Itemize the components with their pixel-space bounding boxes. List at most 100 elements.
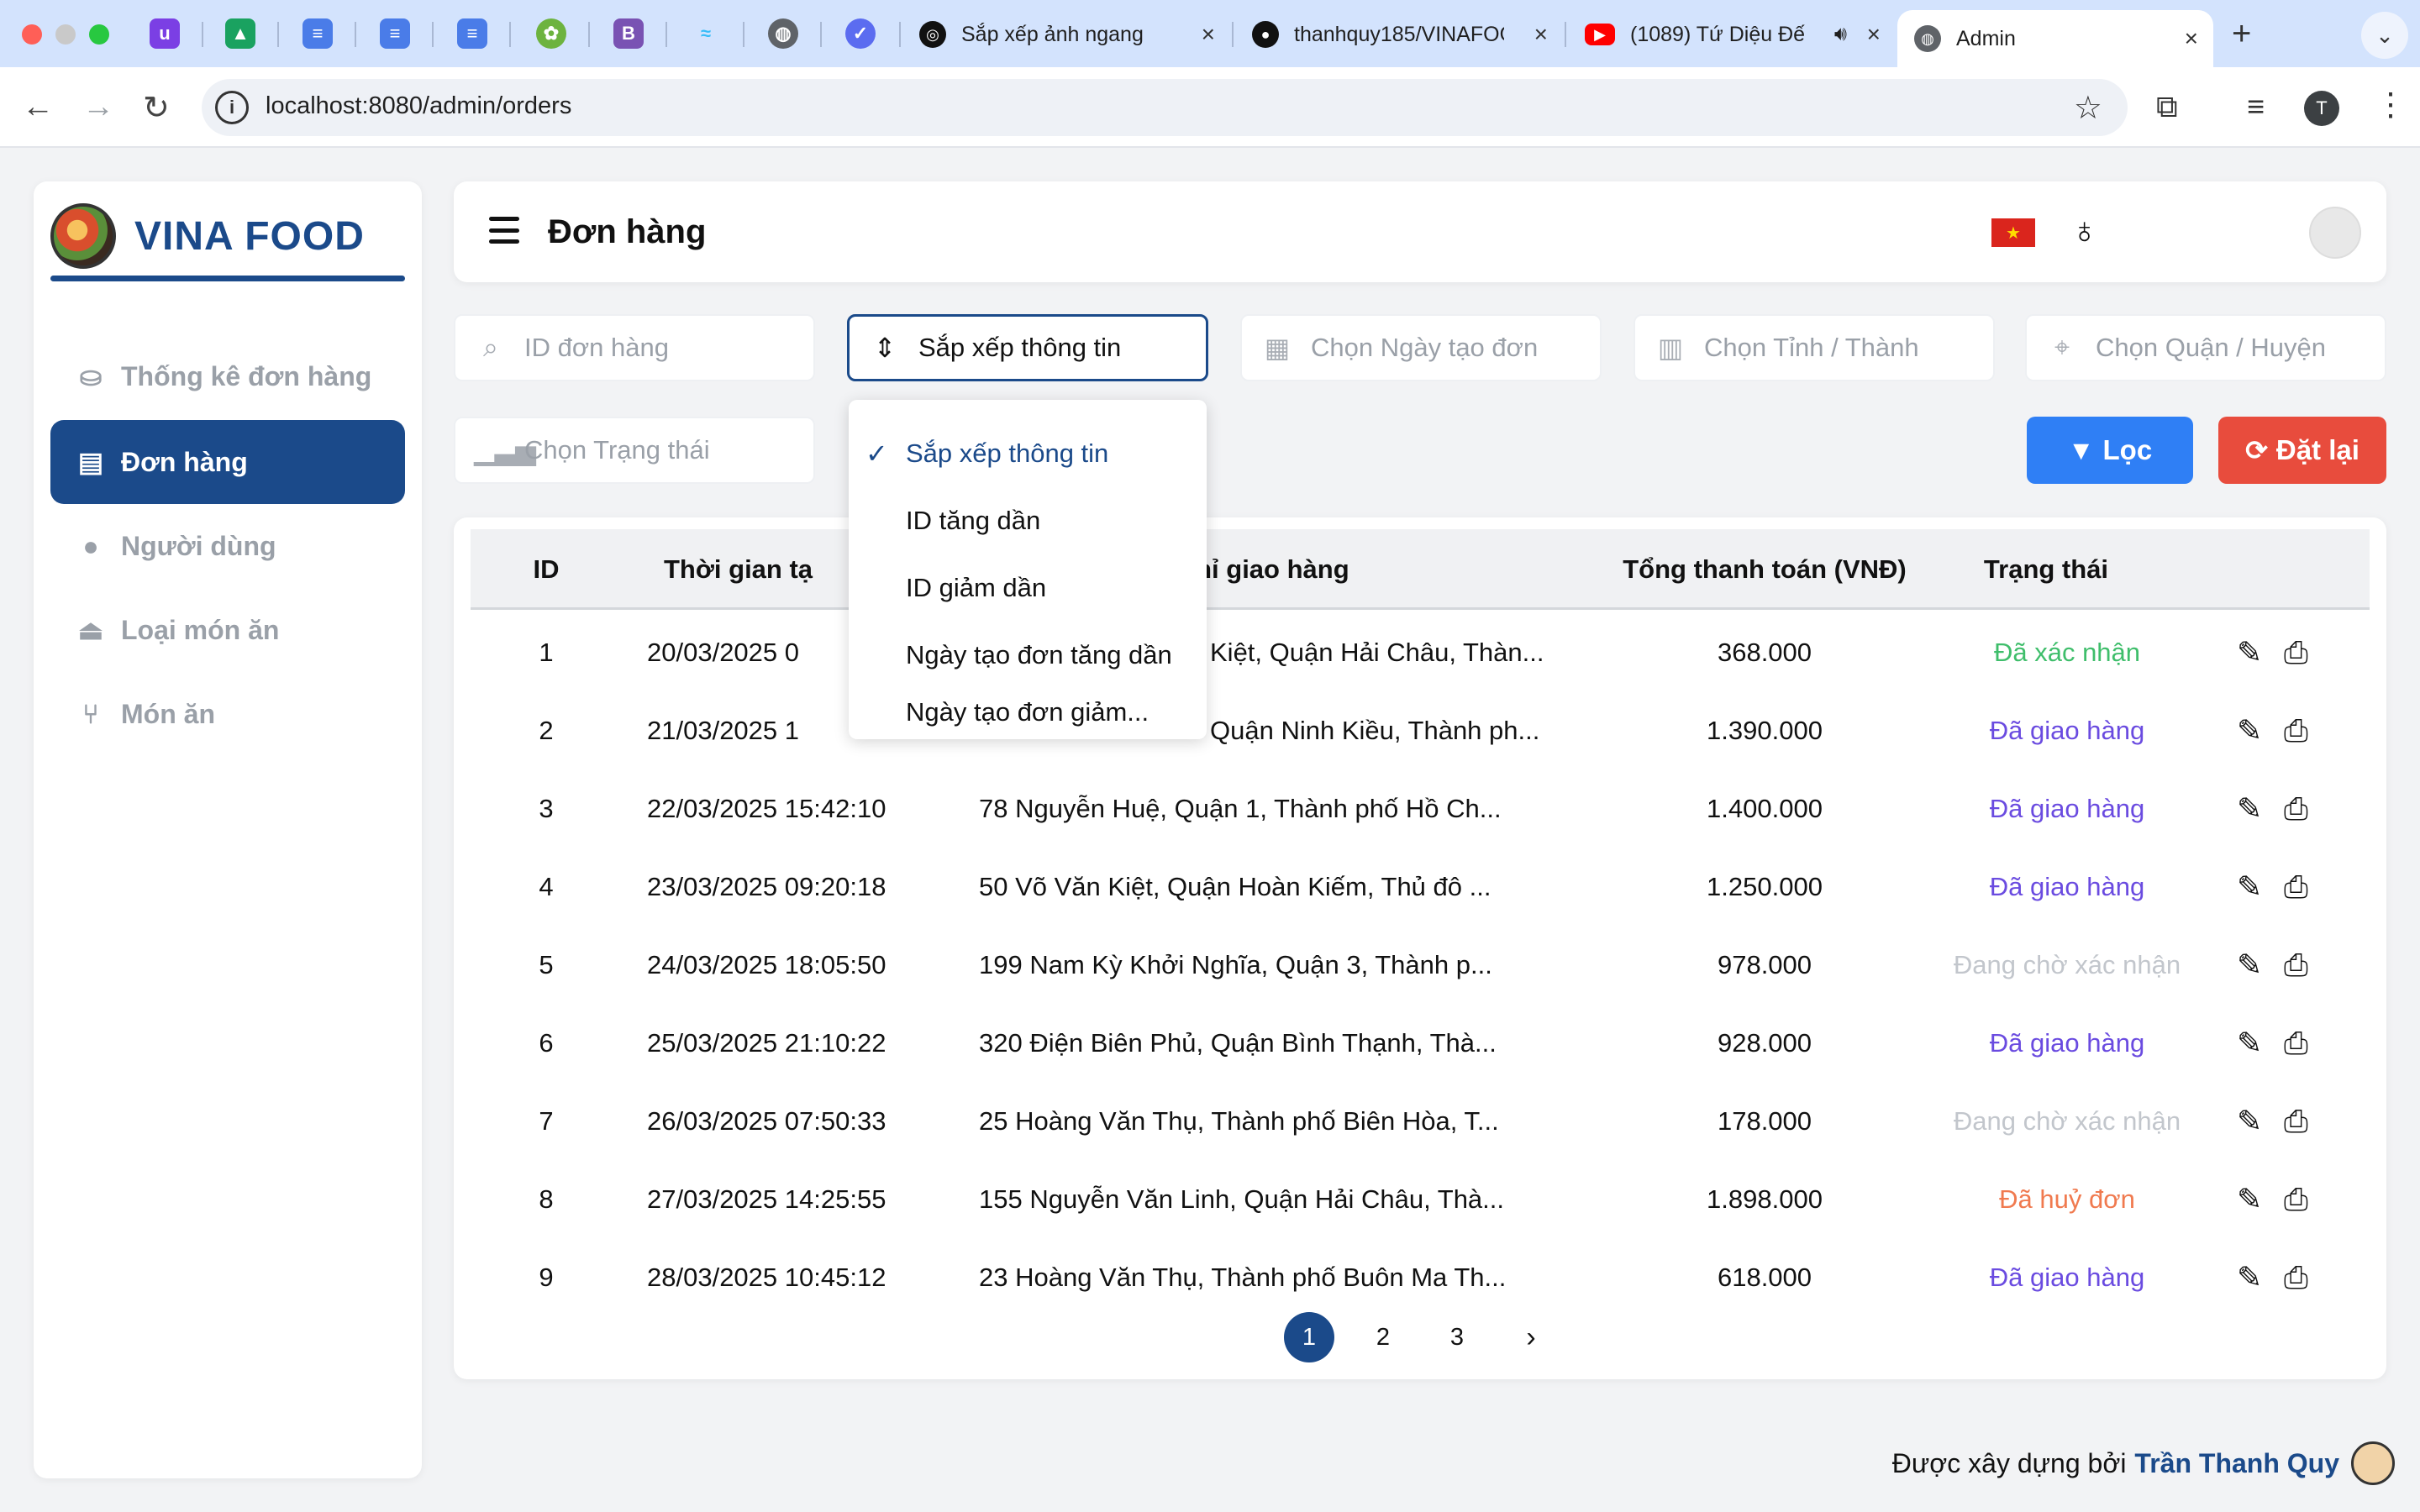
extensions-puzzle-icon[interactable]: ⧉: [2156, 89, 2178, 125]
column-header-status[interactable]: Trạng thái: [1975, 529, 2118, 610]
page-button-1[interactable]: 1: [1284, 1312, 1334, 1362]
table-row[interactable]: 7 26/03/2025 07:50:33 25 Hoàng Văn Thụ, …: [471, 1082, 2370, 1160]
edit-icon[interactable]: ✎: [2237, 713, 2262, 748]
bookmark-star-icon[interactable]: ☆: [2074, 89, 2102, 127]
close-icon[interactable]: ×: [1534, 21, 1548, 48]
profile-avatar[interactable]: T: [2304, 91, 2339, 126]
pinned-tab-3[interactable]: ≡: [302, 18, 333, 49]
pinned-tab-2[interactable]: ▲: [225, 18, 255, 49]
reset-button[interactable]: ⟳ Đặt lại: [2218, 417, 2386, 484]
sort-option-default[interactable]: ✓ Sắp xếp thông tin: [849, 420, 1207, 487]
print-icon[interactable]: ⎙: [2284, 948, 2308, 984]
column-header-created-time[interactable]: Thời gian tạ: [664, 529, 865, 610]
media-controls-icon[interactable]: ≡: [2247, 89, 2265, 124]
pinned-tab-7[interactable]: B: [613, 18, 644, 49]
sort-option-date-asc[interactable]: Ngày tạo đơn tăng dần: [849, 622, 1207, 689]
browser-tab[interactable]: ◎ Sắp xếp ảnh ngang ×: [902, 12, 1230, 57]
status-select[interactable]: ▁▃▅ Chọn Trạng thái: [454, 417, 815, 484]
close-icon[interactable]: ×: [1867, 21, 1881, 48]
pinned-tab-10[interactable]: ✓: [845, 18, 876, 49]
province-select[interactable]: ▥ Chọn Tỉnh / Thành: [1634, 314, 1995, 381]
print-icon[interactable]: ⎙: [2284, 1182, 2308, 1218]
globe-icon: ◍: [1914, 25, 1941, 52]
lightbulb-icon[interactable]: ♁: [2070, 210, 2098, 252]
print-icon[interactable]: ⎙: [2284, 635, 2308, 671]
browser-menu-icon[interactable]: ⋮: [2375, 86, 2407, 123]
address-bar[interactable]: i localhost:8080/admin/orders ☆: [202, 79, 2128, 136]
edit-icon[interactable]: ✎: [2237, 948, 2262, 983]
sort-option-id-desc[interactable]: ID giảm dần: [849, 554, 1207, 622]
sort-option-date-desc[interactable]: Ngày tạo đơn giảm...: [849, 689, 1207, 736]
created-date-picker[interactable]: ▦ Chọn Ngày tạo đơn: [1240, 314, 1602, 381]
url-text[interactable]: localhost:8080/admin/orders: [266, 92, 571, 120]
tab-separator: [743, 22, 744, 47]
browser-tab[interactable]: ▶ (1089) Tứ Diệu Đế 🔊︎ ×: [1568, 12, 1896, 57]
brand[interactable]: VINA FOOD: [50, 198, 365, 274]
filter-button[interactable]: ▼ Lọc: [2027, 417, 2193, 484]
forward-arrow-icon[interactable]: →: [82, 89, 114, 125]
pinned-tab-6[interactable]: ✿: [536, 18, 566, 49]
order-id-search-input[interactable]: ⌕ ID đơn hàng: [454, 314, 815, 381]
table-row[interactable]: 9 28/03/2025 10:45:12 23 Hoàng Văn Thụ, …: [471, 1238, 2370, 1316]
pinned-tab-9[interactable]: ◍: [768, 18, 798, 49]
table-row[interactable]: 5 24/03/2025 18:05:50 199 Nam Kỳ Khởi Ng…: [471, 926, 2370, 1004]
table-row[interactable]: 2 21/03/2025 1 Quận Ninh Kiều, Thành ph.…: [471, 691, 2370, 769]
page-button-3[interactable]: 3: [1432, 1312, 1482, 1362]
browser-tab[interactable]: ● thanhquy185/VINAFOOD ×: [1235, 12, 1563, 57]
edit-icon[interactable]: ✎: [2237, 1182, 2262, 1217]
edit-icon[interactable]: ✎: [2237, 1026, 2262, 1061]
browser-tab-active[interactable]: ◍ Admin ×: [1897, 10, 2213, 67]
sort-select[interactable]: ⇕ Sắp xếp thông tin: [847, 314, 1208, 381]
column-header-total[interactable]: Tổng thanh toán (VNĐ): [1555, 529, 1975, 610]
print-icon[interactable]: ⎙: [2284, 1260, 2308, 1296]
close-icon[interactable]: ×: [2185, 25, 2198, 52]
reload-icon[interactable]: ↻: [143, 89, 170, 127]
edit-icon[interactable]: ✎: [2237, 1104, 2262, 1139]
cell-address: 155 Nguyễn Văn Linh, Quận Hải Châu, Thà.…: [979, 1184, 1505, 1214]
sidebar-item-order-stats[interactable]: ⛀ Thống kê đơn hàng: [50, 334, 405, 418]
print-icon[interactable]: ⎙: [2284, 869, 2308, 906]
tab-search-chevron-icon[interactable]: ⌄: [2361, 12, 2408, 59]
site-info-icon[interactable]: i: [215, 91, 249, 124]
print-icon[interactable]: ⎙: [2284, 791, 2308, 827]
footer-author-link[interactable]: Trần Thanh Quy: [2134, 1448, 2339, 1479]
avatar[interactable]: [2309, 207, 2361, 259]
maximize-window-button[interactable]: [89, 24, 109, 45]
edit-icon[interactable]: ✎: [2237, 1260, 2262, 1295]
print-icon[interactable]: ⎙: [2284, 1026, 2308, 1062]
district-select[interactable]: ⌖ Chọn Quận / Huyện: [2025, 314, 2386, 381]
speaker-icon[interactable]: 🔊︎: [1834, 23, 1847, 46]
close-window-button[interactable]: [22, 24, 42, 45]
edit-icon[interactable]: ✎: [2237, 869, 2262, 905]
pinned-tab-4[interactable]: ≡: [380, 18, 410, 49]
print-icon[interactable]: ⎙: [2284, 713, 2308, 749]
table-row[interactable]: 4 23/03/2025 09:20:18 50 Võ Văn Kiệt, Qu…: [471, 848, 2370, 926]
table-row[interactable]: 8 27/03/2025 14:25:55 155 Nguyễn Văn Lin…: [471, 1160, 2370, 1238]
table-row[interactable]: 1 20/03/2025 0 Kiệt, Quận Hải Châu, Thàn…: [471, 613, 2370, 691]
minimize-window-button[interactable]: [55, 24, 76, 45]
pinned-tab-8[interactable]: ≈: [691, 18, 721, 49]
page-button-2[interactable]: 2: [1358, 1312, 1408, 1362]
print-icon[interactable]: ⎙: [2284, 1104, 2308, 1140]
sidebar-item-dishes[interactable]: ⑂ Món ăn: [50, 672, 405, 756]
edit-icon[interactable]: ✎: [2237, 791, 2262, 827]
sidebar-item-users[interactable]: ● Người dùng: [50, 504, 405, 588]
close-icon[interactable]: ×: [1202, 21, 1215, 48]
new-tab-plus-icon[interactable]: +: [2232, 15, 2251, 53]
hamburger-menu-icon[interactable]: [489, 217, 519, 244]
table-row[interactable]: 6 25/03/2025 21:10:22 320 Điện Biên Phủ,…: [471, 1004, 2370, 1082]
table-row[interactable]: 3 22/03/2025 15:42:10 78 Nguyễn Huệ, Quậ…: [471, 769, 2370, 848]
browser-toolbar: ← → ↻ i localhost:8080/admin/orders ☆ ⧉ …: [0, 67, 2420, 148]
vietnam-flag-icon[interactable]: ★: [1991, 218, 2035, 247]
sidebar-item-food-categories[interactable]: ⏏ Loại món ăn: [50, 588, 405, 672]
column-header-id[interactable]: ID: [471, 529, 622, 610]
pinned-tab-1[interactable]: u: [150, 18, 180, 49]
sort-icon: ⇕: [873, 333, 897, 363]
sidebar-item-orders[interactable]: ▤ Đơn hàng: [50, 420, 405, 504]
back-arrow-icon[interactable]: ←: [22, 89, 54, 125]
map-location-icon: ⌖: [2054, 332, 2070, 362]
sort-option-id-asc[interactable]: ID tăng dần: [849, 487, 1207, 554]
pinned-tab-5[interactable]: ≡: [457, 18, 487, 49]
next-page-chevron-icon[interactable]: ›: [1506, 1312, 1556, 1362]
edit-icon[interactable]: ✎: [2237, 635, 2262, 670]
